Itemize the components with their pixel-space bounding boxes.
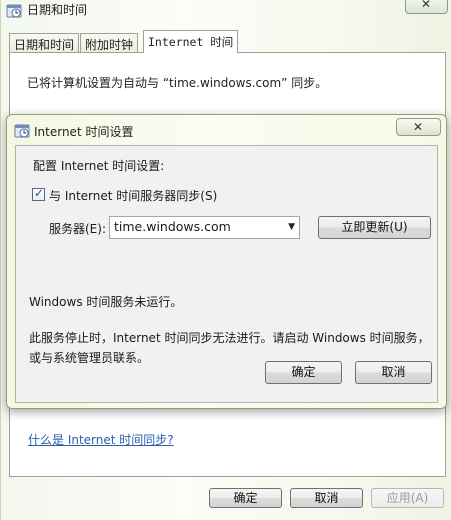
config-label: 配置 Internet 时间设置: [33,159,165,173]
clock-icon [6,3,22,19]
tab-additional-clocks[interactable]: 附加时钟 [80,33,139,53]
dialog-content-panel: 配置 Internet 时间设置: ✓ 与 Internet 时间服务器同步(S… [15,145,438,403]
server-value: time.windows.com [114,219,231,234]
close-icon: ✕ [421,0,432,11]
sync-checkbox-label[interactable]: 与 Internet 时间服务器同步(S) [49,187,217,204]
tab-date-time[interactable]: 日期和时间 [9,33,80,53]
server-select[interactable]: time.windows.com ▼ [109,216,300,239]
dialog-ok-button[interactable]: 确定 [265,361,342,384]
window-close-button[interactable]: ✕ [405,0,448,14]
sync-status-text: 已将计算机设置为自动与 “time.windows.com” 同步。 [27,76,328,90]
cancel-button[interactable]: 取消 [290,488,363,508]
close-icon: ✕ [413,120,424,134]
tab-internet-time[interactable]: Internet 时间 [143,30,239,53]
sync-checkbox[interactable]: ✓ [32,186,45,201]
clock-icon [14,123,30,139]
internet-time-settings-dialog: Internet 时间设置 ✕ 配置 Internet 时间设置: ✓ 与 In… [6,114,447,409]
apply-button[interactable]: 应用(A) [371,488,444,508]
server-label: 服务器(E): [49,222,106,236]
dialog-titlebar: Internet 时间设置 ✕ [7,115,446,145]
dialog-title: Internet 时间设置 [34,125,134,139]
chevron-down-icon[interactable]: ▼ [288,222,295,232]
ok-button[interactable]: 确定 [209,488,282,508]
window-titlebar: 日期和时间 ✕ [1,0,451,26]
window-title: 日期和时间 [27,3,88,17]
dialog-close-button[interactable]: ✕ [396,118,441,136]
service-status-text: Windows 时间服务未运行。 [29,295,183,309]
checkmark-icon: ✓ [34,186,45,200]
internet-time-help-link[interactable]: 什么是 Internet 时间同步? [28,431,174,448]
dialog-cancel-button[interactable]: 取消 [355,361,432,384]
update-now-button[interactable]: 立即更新(U) [318,216,431,239]
